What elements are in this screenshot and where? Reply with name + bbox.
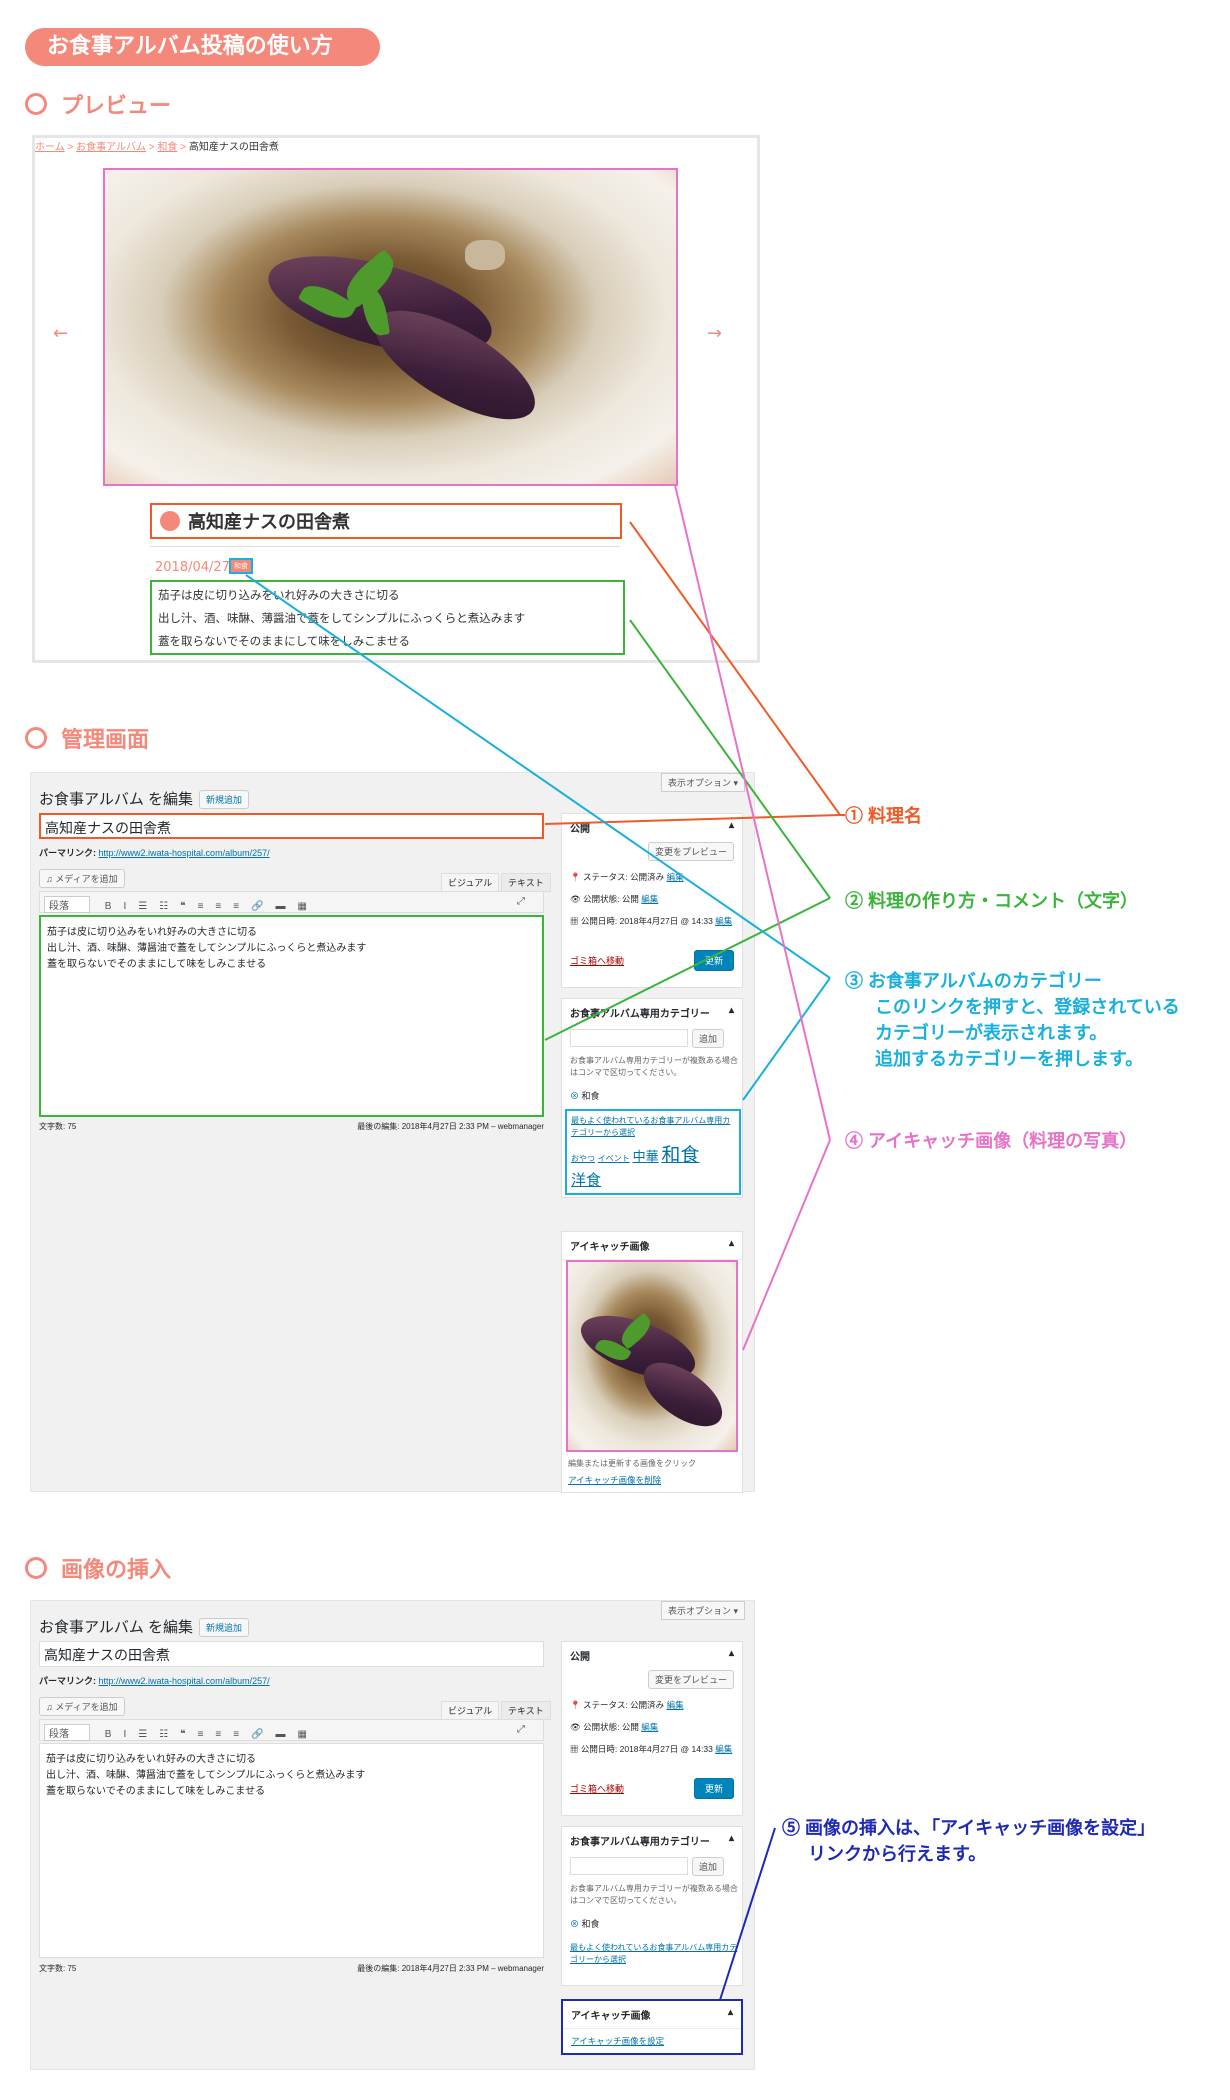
- callout-recipe-comment: ② 料理の作り方・コメント（文字）: [845, 891, 1138, 911]
- connector-title-admin: [544, 814, 841, 825]
- callout-category: ③ お食事アルバムのカテゴリー このリンクを押すと、登録されている カテゴリーが…: [845, 971, 1180, 1069]
- connector-photo-admin: [742, 1139, 831, 1351]
- connector-insert: [719, 1827, 776, 2001]
- callout-dish-name: ① 料理名: [845, 806, 923, 826]
- callout-insert-image: ⑤ 画像の挿入は、「アイキャッチ画像を設定」 リンクから行えます。: [782, 1818, 1156, 1864]
- connector-body-admin: [544, 897, 831, 1041]
- callout-featured-image: ④ アイキャッチ画像（料理の写真）: [845, 1131, 1138, 1151]
- connector-photo: [674, 484, 831, 1141]
